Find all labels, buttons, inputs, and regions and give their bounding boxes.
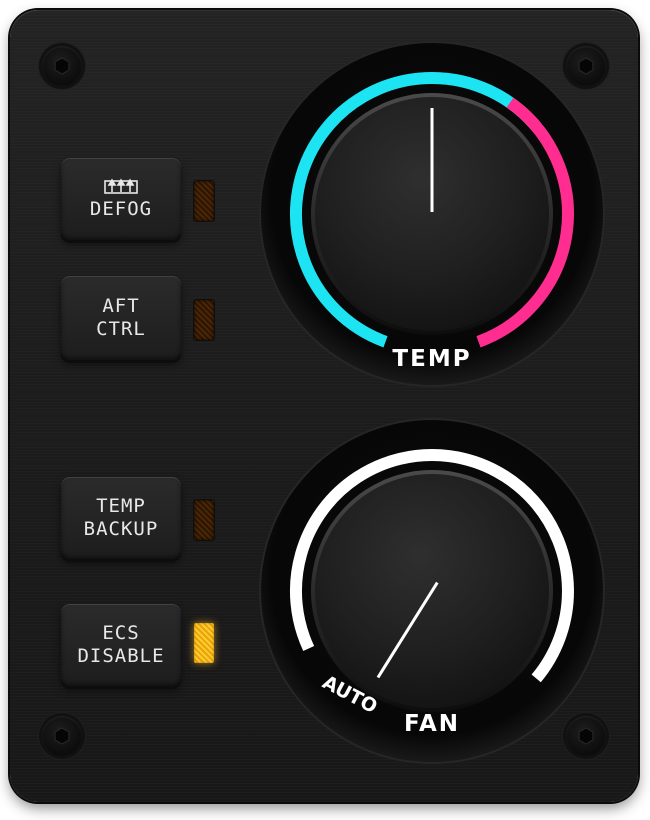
temp-knob[interactable] bbox=[311, 93, 553, 335]
fan-knob[interactable] bbox=[311, 470, 553, 712]
temp-knob-label: TEMP bbox=[392, 346, 471, 372]
fan-knob-label: FAN bbox=[404, 711, 460, 737]
fan-knob-assembly: AUTO FAN bbox=[259, 418, 605, 764]
temp-knob-assembly: TEMP bbox=[259, 41, 605, 387]
knob-layer: TEMP AUTO FAN bbox=[259, 41, 605, 764]
